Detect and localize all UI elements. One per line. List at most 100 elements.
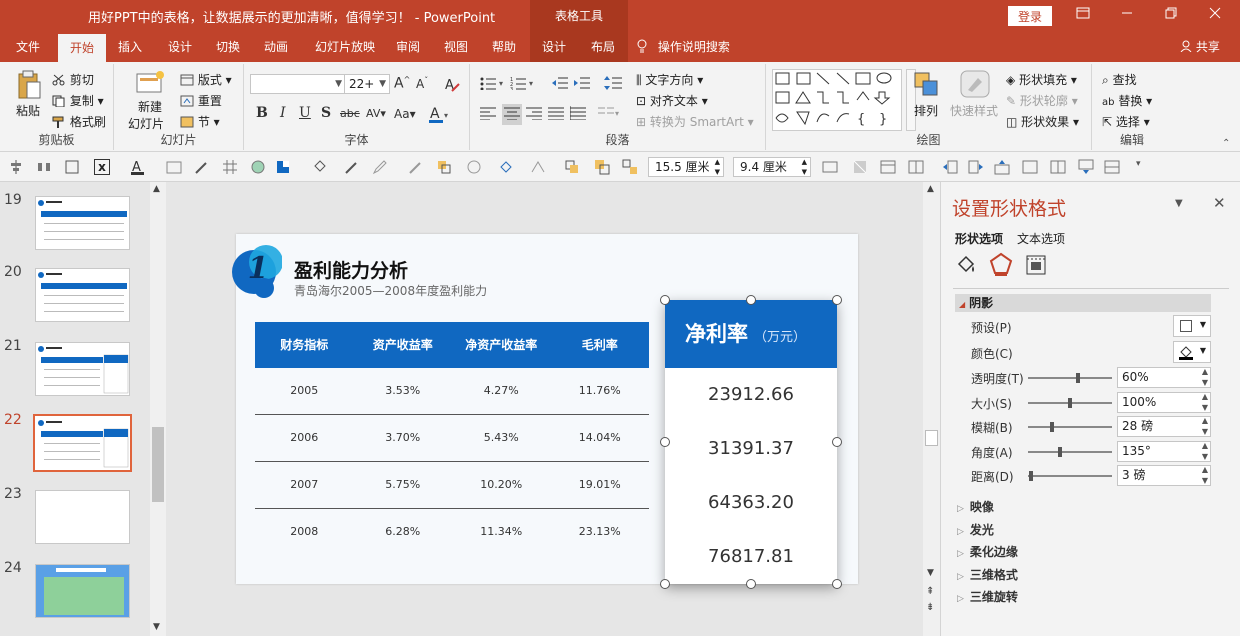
text-direction-button[interactable]: ⫼ 文字方向 ▾ [636,71,703,88]
preset-picker[interactable]: ▼ [1173,315,1211,337]
collapsed-section[interactable]: ▷ 发光 [957,521,994,538]
font-size-combo[interactable]: 22+ ▼ [344,74,390,94]
insert-left-icon[interactable] [942,159,958,175]
slide-subtitle[interactable]: 青岛海尔2005—2008年度盈利能力 [294,282,487,299]
group-icon[interactable] [594,159,610,175]
close-pane-icon[interactable]: ✕ [1213,194,1226,212]
shape-fill-button[interactable]: ◈ 形状填充 ▾ [1006,71,1077,88]
split-icon[interactable] [1050,159,1066,175]
net-profit-table[interactable]: 净利率 （万元） 23912.66 31391.37 64363.20 76817… [665,300,837,584]
height-input[interactable]: 15.5 厘米 ▲ ▼ [648,157,724,177]
reset-button[interactable]: 重置 [180,92,222,109]
spin-arrows-icon[interactable]: ▲ ▼ [1202,366,1208,388]
table-cell[interactable]: 14.04% [551,415,650,461]
previous-slide-icon[interactable]: ⇞ [926,586,934,597]
paste-icon[interactable] [16,70,42,103]
slide-thumbnail-20[interactable] [35,268,130,322]
find-button[interactable]: ⌕ 查找 [1102,71,1137,88]
shape-effects-button[interactable]: ◫ 形状效果 ▾ [1006,113,1079,130]
pipette2-icon[interactable] [408,159,424,175]
net-profit-value[interactable]: 76817.81 [665,530,837,584]
tab-review[interactable]: 审阅 [388,32,428,62]
underline-icon[interactable]: U [299,105,311,121]
lasso-icon[interactable] [466,159,482,175]
change-case-icon[interactable]: Aa▾ [394,107,416,121]
table-cell[interactable]: 2006 [255,415,354,461]
section-button[interactable]: 节 ▾ [180,113,220,130]
tab-help[interactable]: 帮助 [484,32,524,62]
font-color-icon[interactable]: A ▾ [428,105,450,126]
tab-table-design[interactable]: 设计 [530,32,578,62]
select-button[interactable]: ⇱ 选择 ▾ [1102,113,1150,130]
spin-arrows-icon[interactable]: ▲ ▼ [802,157,807,177]
share-button[interactable]: 共享 [1180,32,1220,62]
slider-knob[interactable] [1057,446,1062,457]
font-name-combo[interactable]: ▼ [250,74,346,94]
table-header-cell[interactable]: 净资产收益率 [452,322,551,368]
tab-home[interactable]: 开始 [58,34,106,62]
quick-styles-label[interactable]: 快速样式 [950,102,998,119]
table-cell[interactable]: 5.43% [452,415,551,461]
shadow-prop-input[interactable]: 3 磅 ▲ ▼ [1117,465,1211,486]
table-cell[interactable]: 11.34% [452,509,551,556]
text-box-icon[interactable]: x [94,159,110,175]
slide-thumbnail-24[interactable] [35,564,130,618]
outline-pen-icon[interactable] [372,159,388,175]
next-slide-icon[interactable]: ⇟ [926,602,934,613]
row-ops-icon[interactable] [1104,159,1120,175]
slide-thumbnail-23[interactable] [35,490,130,544]
shadow-prop-slider[interactable] [1028,450,1112,453]
shadow-prop-input[interactable]: 60% ▲ ▼ [1117,367,1211,388]
quick-styles-icon[interactable] [960,70,990,101]
spin-arrows-icon[interactable]: ▲ ▼ [715,157,720,177]
distribute-icon[interactable] [36,159,52,175]
shadow-prop-slider[interactable] [1028,377,1112,379]
table-icon[interactable] [880,159,896,175]
collapsed-section[interactable]: ▷ 柔化边缘 [957,543,1018,560]
layout-button[interactable]: 版式 ▾ [180,71,232,88]
close-icon[interactable] [1200,4,1230,28]
scroll-down-icon[interactable]: ▼ [153,622,160,632]
slider-knob[interactable] [1068,397,1072,408]
align-center-icon[interactable] [502,104,522,125]
login-button[interactable]: 登录 [1008,6,1052,26]
scroll-down-icon[interactable]: ▼ [927,568,934,578]
financial-table[interactable]: 财务指标 资产收益率 净资产收益率 毛利率 2005 3.53% 4.27% 1… [255,322,649,556]
table-cell[interactable]: 2005 [255,368,354,414]
resize-handle[interactable] [660,437,670,447]
crop-icon[interactable] [852,159,868,175]
slider-knob[interactable] [1028,471,1033,481]
pane-options-icon[interactable]: ▼ [1175,198,1183,209]
grow-font-icon[interactable]: A^ [394,75,410,92]
slide-thumbnail-22[interactable] [33,414,132,472]
shapes-gallery[interactable]: { } [772,69,902,131]
bring-forward-icon[interactable] [436,159,452,175]
table-header-cell[interactable]: 财务指标 [255,322,354,368]
fill-bucket-icon[interactable] [312,159,328,175]
align-left-icon[interactable] [480,106,496,123]
table-header-cell[interactable]: 资产收益率 [354,322,453,368]
table-header-cell[interactable]: 毛利率 [551,322,650,368]
pipette-icon[interactable] [344,159,360,175]
net-profit-value[interactable]: 23912.66 [665,368,837,422]
increase-indent-icon[interactable] [574,76,590,93]
net-profit-value[interactable]: 31391.37 [665,422,837,476]
tab-slideshow[interactable]: 幻灯片放映 [306,32,384,62]
align-text-button[interactable]: ⊡ 对齐文本 ▾ [636,92,708,109]
tab-shape-options[interactable]: 形状选项 [955,230,1003,247]
shape-outline-button[interactable]: ✎ 形状轮廓 ▾ [1006,92,1078,109]
restore-icon[interactable] [1156,4,1186,28]
size-dialog-icon[interactable] [822,159,838,175]
spin-arrows-icon[interactable]: ▲ ▼ [1202,391,1208,413]
table-cell[interactable]: 19.01% [551,462,650,508]
slider-knob[interactable] [1049,422,1054,432]
spin-arrows-icon[interactable]: ▲ ▼ [1202,464,1208,486]
new-slide-label-1[interactable]: 新建 [138,98,162,115]
paste-label[interactable]: 粘贴 [16,102,40,119]
fill-line-icon[interactable] [955,254,977,279]
merge-icon[interactable] [1022,159,1038,175]
collapsed-section[interactable]: ▷ 映像 [957,498,994,515]
resize-handle[interactable] [660,295,670,305]
new-slide-icon[interactable] [136,70,164,97]
insert-right-icon[interactable] [968,159,984,175]
